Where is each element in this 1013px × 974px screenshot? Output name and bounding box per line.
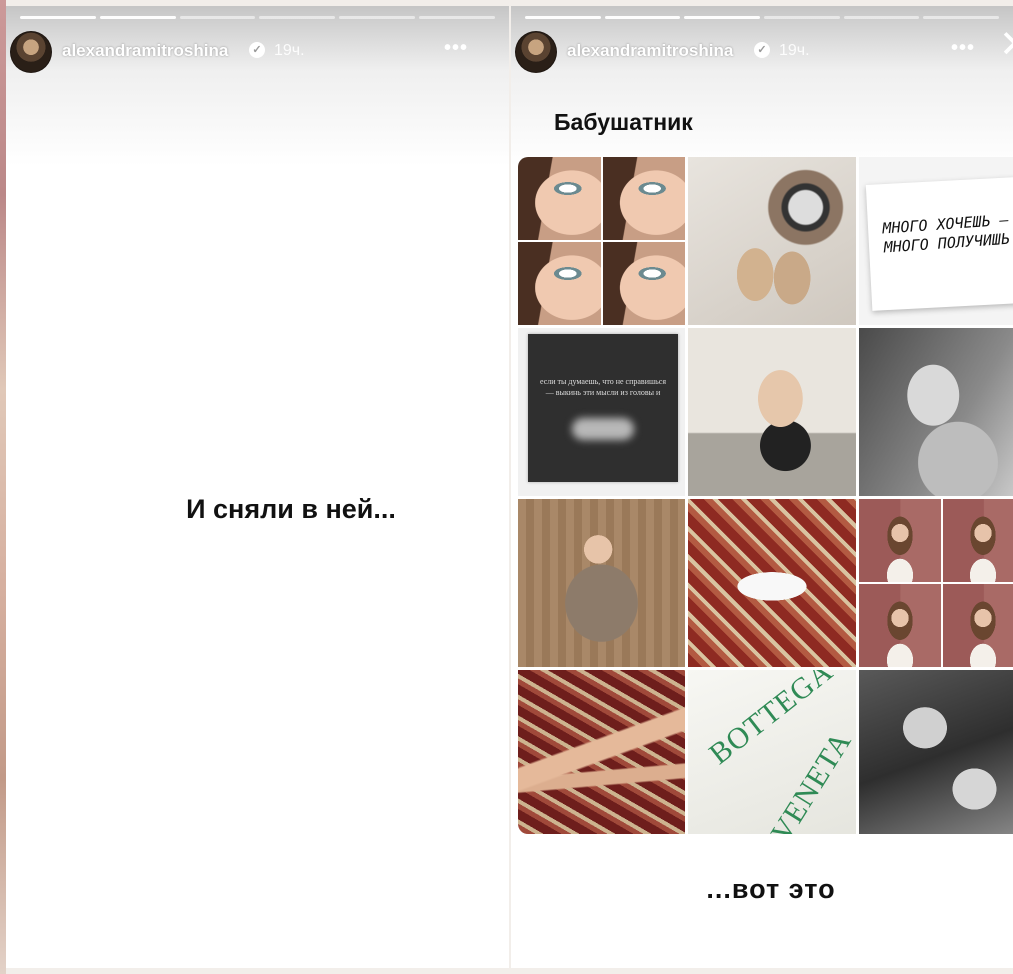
quote-text: если ты думаешь, что не справишься — вык… xyxy=(539,377,667,397)
photo xyxy=(518,242,601,325)
grid-tile[interactable] xyxy=(518,499,685,667)
photo xyxy=(518,157,601,240)
story-caption: И сняли в ней... xyxy=(186,494,396,524)
story-progress xyxy=(525,16,1000,19)
grid-tile[interactable] xyxy=(859,499,1013,667)
avatar[interactable] xyxy=(10,31,52,73)
username[interactable]: alexandramitroshina xyxy=(62,41,228,61)
verified-badge-icon: ✓ xyxy=(249,42,265,58)
story-progress xyxy=(20,16,495,19)
progress-segment xyxy=(20,16,96,19)
photo xyxy=(602,242,685,325)
grid-tile[interactable] xyxy=(518,670,685,834)
story-right[interactable]: alexandramitroshina ✓ 19ч. ••• ✕ Бабушат… xyxy=(511,6,1013,968)
progress-segment xyxy=(339,16,416,19)
progress-segment xyxy=(684,16,761,19)
grid-tile[interactable] xyxy=(688,157,856,325)
story-header: alexandramitroshina ✓ 19ч. ••• xyxy=(6,28,509,78)
grid-tile[interactable] xyxy=(518,157,685,325)
bag-print-text: VENETA xyxy=(764,725,856,834)
story-left[interactable]: alexandramitroshina ✓ 19ч. ••• И сняли в… xyxy=(6,6,509,968)
photo xyxy=(942,499,1013,582)
more-options-icon[interactable]: ••• xyxy=(444,37,468,60)
avatar[interactable] xyxy=(515,31,557,73)
grid-tile[interactable]: МНОГО ХОЧЕШЬ — МНОГО ПОЛУЧИШЬ xyxy=(859,157,1013,325)
username[interactable]: alexandramitroshina xyxy=(567,41,733,61)
photo xyxy=(859,584,941,667)
progress-segment xyxy=(99,16,176,19)
photo xyxy=(859,499,941,582)
verified-badge-icon: ✓ xyxy=(754,42,770,58)
photo xyxy=(602,157,685,240)
grid-tile[interactable]: BOTTEGA VENETA xyxy=(688,670,856,834)
grid-tile[interactable] xyxy=(688,328,856,496)
grid-tile[interactable]: если ты думаешь, что не справишься — вык… xyxy=(518,328,685,496)
photo xyxy=(942,584,1013,667)
grid-tile[interactable] xyxy=(859,328,1013,496)
progress-segment xyxy=(923,16,1000,19)
progress-segment xyxy=(604,16,681,19)
photo-grid: МНОГО ХОЧЕШЬ — МНОГО ПОЛУЧИШЬ если ты ду… xyxy=(518,157,1013,834)
post-time: 19ч. xyxy=(274,42,305,59)
progress-segment xyxy=(764,16,840,19)
close-icon[interactable]: ✕ xyxy=(999,26,1013,64)
more-options-icon[interactable]: ••• xyxy=(951,37,975,60)
board-title: Бабушатник xyxy=(554,109,693,135)
post-time: 19ч. xyxy=(779,42,810,59)
progress-segment xyxy=(525,16,601,19)
progress-segment xyxy=(259,16,336,19)
quote-card: если ты думаешь, что не справишься — вык… xyxy=(528,334,678,482)
story-header: alexandramitroshina ✓ 19ч. ••• ✕ xyxy=(511,26,1013,78)
grid-tile[interactable] xyxy=(688,499,856,667)
grid-tile[interactable] xyxy=(859,670,1013,834)
progress-segment xyxy=(179,16,256,19)
blurred-text xyxy=(572,418,634,440)
story-caption: ...вот это xyxy=(706,874,836,904)
progress-segment xyxy=(419,16,495,19)
progress-segment xyxy=(843,16,920,19)
